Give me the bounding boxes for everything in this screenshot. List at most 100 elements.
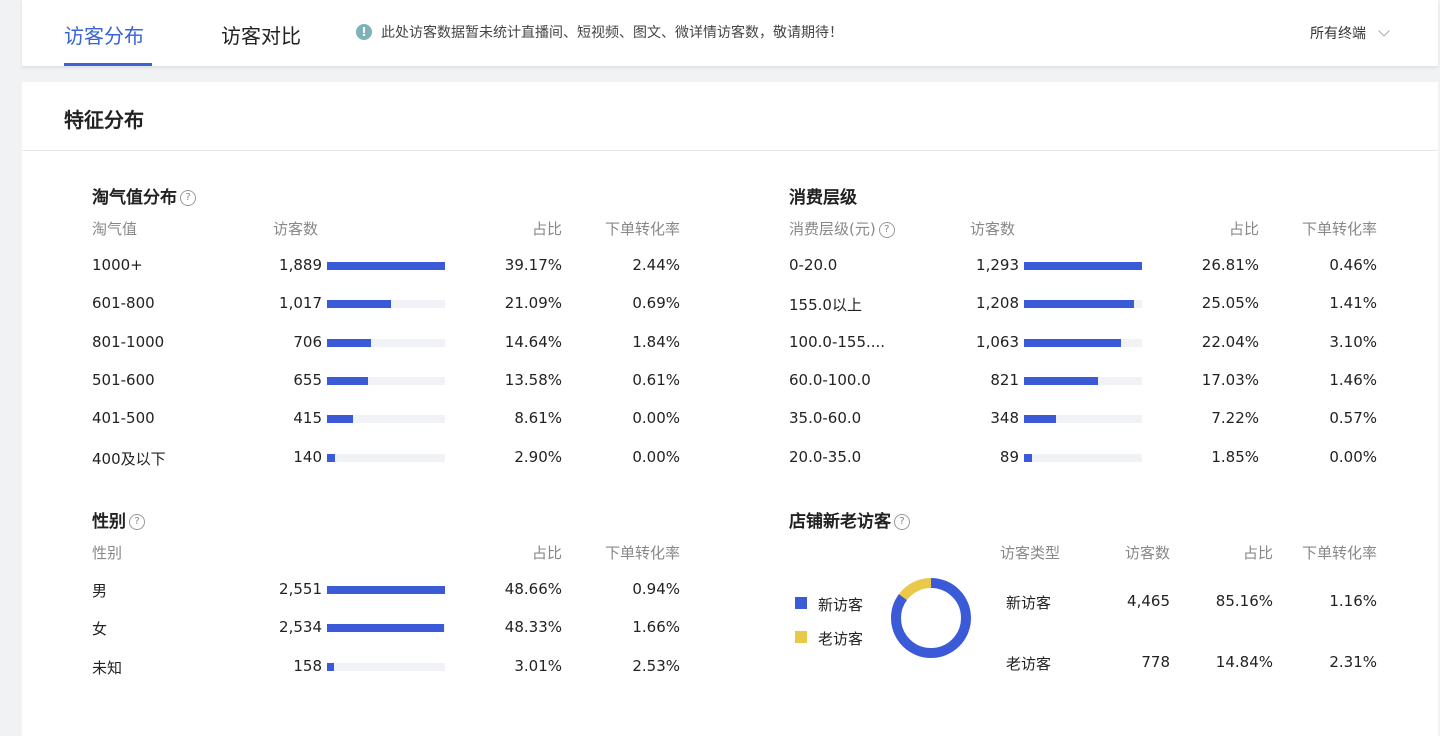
- help-icon[interactable]: ?: [180, 190, 196, 206]
- row-conversion: 0.57%: [1329, 409, 1377, 428]
- taoqi-header-count: 访客数: [273, 220, 319, 238]
- row-label: 801-1000: [92, 332, 165, 351]
- row-conversion: 1.84%: [632, 332, 680, 351]
- row-bar: [327, 624, 445, 633]
- visitor-donut-chart: [891, 578, 971, 658]
- info-icon: !: [356, 24, 372, 40]
- row-bar: [327, 453, 445, 462]
- gender-title-text: 性别: [92, 512, 126, 532]
- row-bar-fill: [327, 662, 335, 671]
- row-bar-fill: [1024, 376, 1099, 385]
- row-count: 655: [293, 370, 322, 389]
- legend-old-swatch: [795, 631, 807, 643]
- taoqi-header-ratio: 占比: [531, 220, 562, 238]
- card-title: 特征分布: [64, 108, 144, 132]
- row-ratio: 2.90%: [514, 447, 562, 466]
- top-tab-bar: 访客分布 访客对比 ! 此处访客数据暂未统计直播间、短视频、图文、微详情访客数，…: [22, 0, 1438, 66]
- row-conversion: 0.00%: [632, 409, 680, 428]
- row-ratio: 17.03%: [1201, 370, 1259, 389]
- row-bar: [327, 262, 445, 270]
- tab-visitor-distribution[interactable]: 访客分布: [64, 20, 144, 49]
- row-label: 女: [92, 620, 108, 639]
- row-ratio: 26.81%: [1201, 256, 1259, 274]
- row-label: 400及以下: [92, 449, 166, 468]
- visitor-row-count: 778: [1141, 653, 1170, 671]
- taoqi-title: 淘气值分布?: [92, 183, 196, 208]
- visitor-header-count: 访客数: [1124, 544, 1170, 562]
- tab-visitor-compare[interactable]: 访客对比: [221, 20, 301, 49]
- visitor-type-title-text: 店铺新老访客: [789, 512, 891, 532]
- row-bar-fill: [327, 300, 391, 309]
- row-bar-fill: [327, 586, 445, 594]
- notice-bar: ! 此处访客数据暂未统计直播间、短视频、图文、微详情访客数，敬请期待！: [356, 22, 843, 42]
- row-bar: [1024, 262, 1142, 270]
- feature-distribution-card: 特征分布 淘气值分布? 淘气值 访客数 占比 下单转化率 1000+ 1,889 3…: [22, 82, 1438, 736]
- row-conversion: 2.53%: [632, 656, 680, 675]
- row-bar: [327, 300, 445, 309]
- chevron-down-icon: [1378, 25, 1390, 37]
- row-ratio: 7.22%: [1211, 409, 1259, 428]
- visitor-row-ratio: 14.84%: [1215, 653, 1273, 671]
- gender-header-ratio: 占比: [531, 544, 562, 562]
- row-bar: [1024, 453, 1142, 462]
- row-bar-fill: [327, 376, 369, 385]
- row-conversion: 0.94%: [632, 580, 680, 598]
- consumption-header-label: 消费层级(元)?: [789, 218, 895, 239]
- visitor-header-ratio: 占比: [1242, 544, 1273, 562]
- row-count: 348: [990, 409, 1019, 428]
- legend-old-label: 老访客: [818, 630, 864, 648]
- row-count: 1,017: [279, 294, 322, 313]
- row-count: 89: [999, 447, 1019, 466]
- row-bar: [1024, 415, 1142, 424]
- row-bar: [1024, 300, 1142, 309]
- row-conversion: 1.46%: [1329, 370, 1377, 389]
- row-ratio: 1.85%: [1211, 447, 1259, 466]
- taoqi-header-label: 淘气值: [92, 220, 138, 238]
- visitor-row-conversion: 1.16%: [1329, 592, 1377, 610]
- row-count: 1,293: [976, 256, 1019, 274]
- row-label: 0-20.0: [789, 256, 838, 274]
- row-count: 415: [293, 409, 322, 428]
- gender-header-conv: 下单转化率: [604, 544, 680, 562]
- row-label: 20.0-35.0: [789, 447, 862, 466]
- row-count: 706: [293, 332, 322, 351]
- row-label: 501-600: [92, 370, 155, 389]
- notice-text: 此处访客数据暂未统计直播间、短视频、图文、微详情访客数，敬请期待！: [381, 25, 843, 41]
- row-ratio: 22.04%: [1201, 332, 1259, 351]
- active-tab-indicator: [64, 63, 152, 66]
- consumption-header-ratio: 占比: [1228, 220, 1259, 238]
- row-conversion: 1.41%: [1329, 294, 1377, 313]
- row-bar-fill: [1024, 415, 1056, 424]
- help-icon[interactable]: ?: [878, 221, 895, 238]
- gender-title: 性别?: [92, 507, 145, 532]
- row-bar-fill: [327, 624, 444, 633]
- legend-new-swatch: [795, 597, 807, 609]
- row-bar: [327, 586, 445, 594]
- row-conversion: 0.00%: [1329, 447, 1377, 466]
- row-bar: [1024, 338, 1142, 347]
- visitor-row-count: 4,465: [1127, 592, 1170, 610]
- consumption-header-label-text: 消费层级(元): [789, 220, 876, 238]
- row-label: 男: [92, 582, 108, 600]
- row-bar-fill: [1024, 338, 1121, 347]
- row-count: 821: [990, 370, 1019, 389]
- row-conversion: 0.61%: [632, 370, 680, 389]
- row-ratio: 3.01%: [514, 656, 562, 675]
- terminal-select[interactable]: 所有终端: [1310, 23, 1390, 43]
- consumption-header-conv: 下单转化率: [1301, 220, 1377, 238]
- help-icon[interactable]: ?: [129, 514, 145, 530]
- help-icon[interactable]: ?: [894, 514, 910, 530]
- row-conversion: 1.66%: [632, 618, 680, 637]
- divider: [22, 150, 1438, 151]
- row-count: 1,063: [976, 332, 1019, 351]
- consumption-header-count: 访客数: [970, 220, 1016, 238]
- row-count: 2,534: [279, 618, 322, 637]
- consumption-title: 消费层级: [789, 188, 857, 208]
- row-label: 100.0-155....: [789, 332, 886, 351]
- row-conversion: 0.69%: [632, 294, 680, 313]
- row-count: 1,208: [976, 294, 1019, 313]
- visitor-header-type: 访客类型: [1000, 544, 1061, 562]
- row-bar-fill: [1024, 262, 1142, 270]
- row-count: 158: [293, 656, 322, 675]
- row-label: 1000+: [92, 256, 143, 274]
